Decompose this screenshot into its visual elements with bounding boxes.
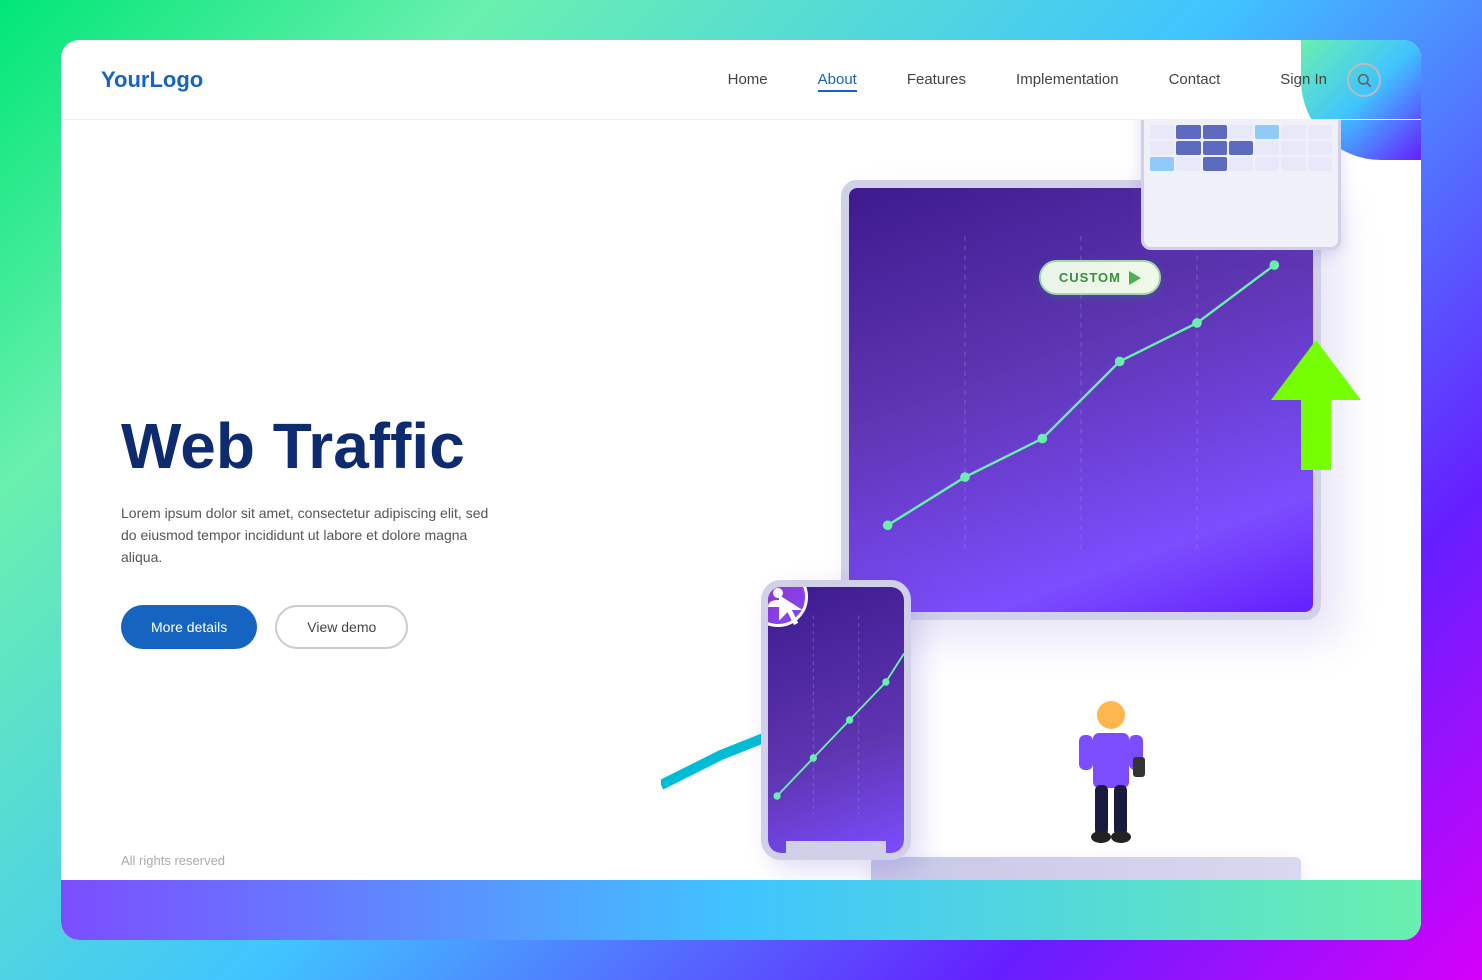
nav-links: Home About Features Implementation Conta…: [728, 71, 1221, 89]
main-content: Web Traffic Lorem ipsum dolor sit amet, …: [61, 120, 1421, 940]
nav-item-about[interactable]: About: [818, 71, 857, 89]
page-card: YourLogo Home About Features Implementat…: [61, 40, 1421, 940]
phone-base: [786, 841, 886, 860]
cal-cell: [1203, 125, 1227, 139]
green-arrow-icon: [1271, 340, 1361, 470]
cal-cell: [1255, 157, 1279, 171]
person-figure: [1071, 695, 1151, 860]
more-details-button[interactable]: More details: [121, 605, 257, 649]
cal-cell: [1281, 125, 1305, 139]
hero-title: Web Traffic: [121, 411, 581, 481]
person-icon: [1071, 695, 1151, 855]
search-icon: [1356, 72, 1372, 88]
cal-cell: [1176, 125, 1200, 139]
footer-text: All rights reserved: [121, 853, 225, 868]
cal-cell: [1308, 125, 1332, 139]
green-up-arrow: [1271, 340, 1361, 475]
nav-item-features[interactable]: Features: [907, 71, 966, 89]
custom-badge: CUSTOM: [1039, 260, 1161, 295]
cal-cell: [1150, 141, 1174, 155]
navbar: YourLogo Home About Features Implementat…: [61, 40, 1421, 120]
cal-cell: [1229, 125, 1253, 139]
monitor-graph: [849, 188, 1313, 612]
cal-cell: [1229, 141, 1253, 155]
logo: YourLogo: [101, 67, 203, 93]
cal-cell: [1255, 141, 1279, 155]
button-group: More details View demo: [121, 605, 581, 649]
custom-label: CUSTOM: [1059, 270, 1121, 285]
cal-cell: [1281, 141, 1305, 155]
cal-cell: [1150, 157, 1174, 171]
cal-cell: [1150, 125, 1174, 139]
hero-description: Lorem ipsum dolor sit amet, consectetur …: [121, 502, 491, 569]
cal-cell: [1203, 157, 1227, 171]
cal-cell: [1281, 157, 1305, 171]
nav-item-contact[interactable]: Contact: [1169, 71, 1221, 89]
sign-in-button[interactable]: Sign In: [1280, 71, 1327, 88]
cal-cell: [1203, 141, 1227, 155]
custom-arrow-icon: [1129, 271, 1141, 285]
cal-cell: [1255, 125, 1279, 139]
nav-item-implementation[interactable]: Implementation: [1016, 71, 1119, 89]
avatar-circle: [761, 580, 808, 627]
calendar: [1141, 120, 1341, 250]
cal-cell: [1308, 141, 1332, 155]
cal-cell: [1176, 157, 1200, 171]
calendar-grid: [1144, 120, 1338, 177]
search-button[interactable]: [1347, 63, 1381, 97]
left-content: Web Traffic Lorem ipsum dolor sit amet, …: [101, 120, 581, 940]
nav-item-home[interactable]: Home: [728, 71, 768, 89]
phone-device: [761, 580, 911, 860]
nav-right: Sign In: [1280, 63, 1381, 97]
illustration-area: CUSTOM: [581, 120, 1381, 940]
monitor-base: [871, 857, 1301, 885]
cal-cell: [1308, 157, 1332, 171]
cal-cell: [1176, 141, 1200, 155]
cal-cell: [1229, 157, 1253, 171]
view-demo-button[interactable]: View demo: [275, 605, 408, 649]
cursor-icon: [779, 595, 809, 630]
monitor-screen: [849, 188, 1313, 612]
